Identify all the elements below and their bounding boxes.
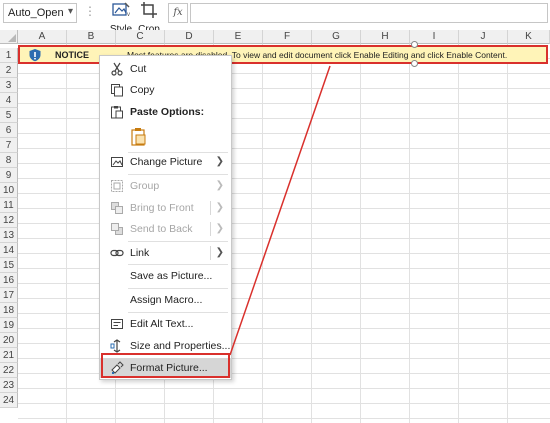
annotation-arrow — [229, 65, 331, 356]
